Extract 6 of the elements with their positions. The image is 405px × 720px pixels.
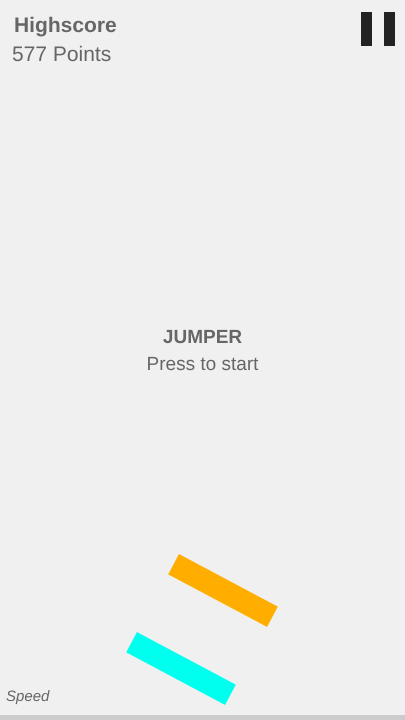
game-title: JUMPER — [162, 326, 242, 350]
speed-label: Speed — [6, 688, 50, 705]
highscore-value: 577 Points — [12, 42, 112, 68]
pause-icon[interactable] — [361, 12, 395, 46]
highscore-label: Highscore — [13, 13, 117, 39]
start-prompt[interactable]: Press to start — [146, 351, 258, 379]
